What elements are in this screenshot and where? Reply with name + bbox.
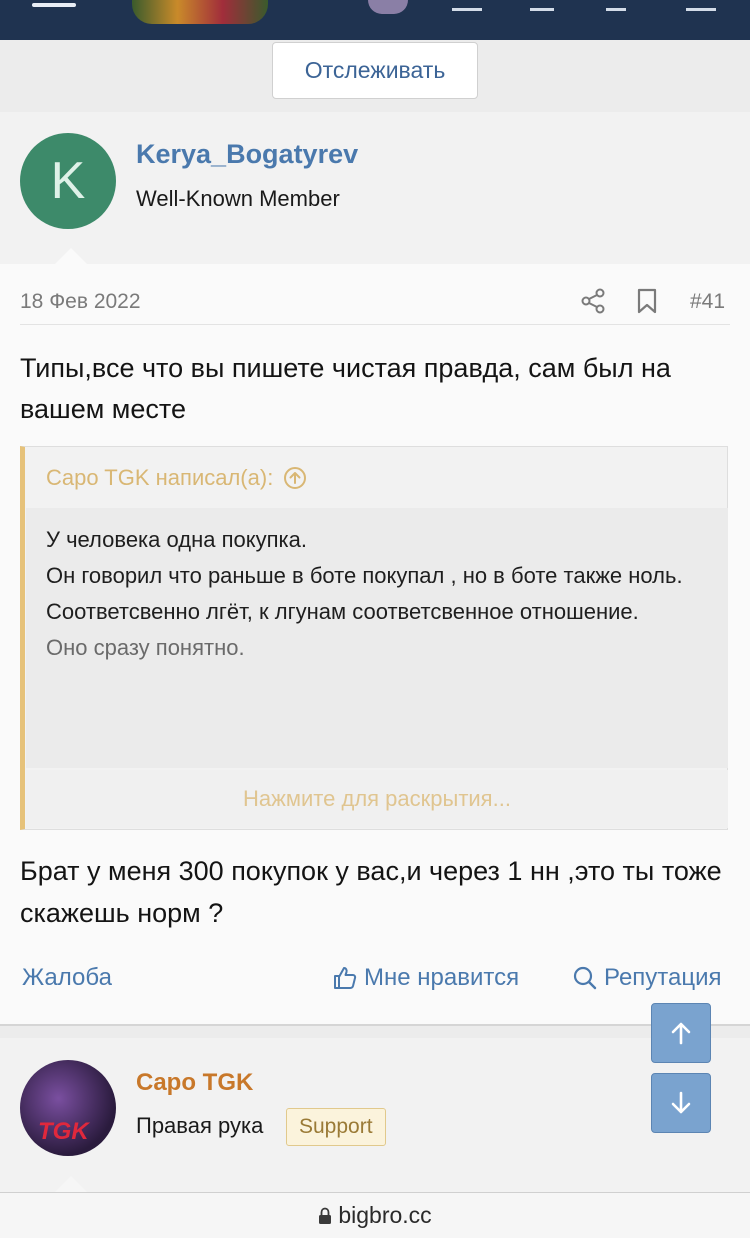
post-separator [0,1026,750,1038]
avatar[interactable]: K [20,133,116,229]
author-pointer [55,248,87,264]
like-label: Мне нравится [364,964,520,991]
user-badge: Support [286,1108,386,1146]
user-avatar[interactable] [368,0,408,14]
site-logo[interactable] [132,0,268,24]
post-author-name[interactable]: Kerya_Bogatyrev [136,139,358,170]
menu-icon[interactable] [32,0,76,10]
scroll-up-button[interactable] [651,1003,711,1063]
post-number[interactable]: #41 [690,290,725,314]
thumbs-up-icon [334,967,357,989]
pen-icon[interactable] [606,0,626,11]
expand-quote-button[interactable]: Нажмите для раскрытия... [26,770,728,828]
quote-header[interactable]: Capo TGK написал(а): [46,465,307,491]
author-pointer [55,1176,87,1192]
reputation-link[interactable]: Репутация [572,964,722,992]
post-author-title: Well-Known Member [136,186,340,211]
scroll-down-button[interactable] [651,1073,711,1133]
quote-line: У человека одна покупка. [46,527,307,552]
quote-line: Оно сразу понятно. [46,635,245,660]
divider [20,324,730,325]
quote-line: Он говорил что раньше в боте покупал , н… [46,563,683,588]
report-label: Жалоба [22,964,112,991]
top-nav-bar [0,0,750,40]
search-icon[interactable] [686,0,716,11]
inbox-icon[interactable] [452,0,482,11]
arrow-down-icon [671,1091,691,1114]
lock-icon [319,1207,332,1224]
bookmark-icon[interactable] [636,288,658,314]
quote-content: У человека одна покупка. Он говорил что … [46,522,706,666]
post-text: Брат у меня 300 покупок у вас,и через 1 … [20,856,722,928]
like-button[interactable]: Мне нравится [332,964,519,992]
follow-button[interactable]: Отслеживать [272,42,478,99]
avatar[interactable]: TGK [20,1060,116,1156]
avatar-label: TGK [38,1118,89,1145]
post-text: Типы,все что вы пишете чистая правда, са… [20,353,671,424]
reputation-label: Репутация [604,964,722,991]
report-link[interactable]: Жалоба [22,964,112,992]
share-icon[interactable] [580,288,606,314]
post-date[interactable]: 18 Фев 2022 [20,290,141,314]
bell-icon[interactable] [530,0,554,11]
arrow-up-icon [671,1022,691,1045]
url-bar[interactable]: bigbro.cc [0,1192,750,1238]
search-icon [573,966,597,990]
next-post-author-name[interactable]: Capo TGK [136,1069,253,1097]
quote-line: Соответсвенно лгёт, к лгунам соответсвен… [46,599,639,624]
arrow-up-circle-icon[interactable] [283,466,307,490]
quote-author[interactable]: Capo TGK написал(а): [46,465,273,491]
url-domain: bigbro.cc [338,1202,432,1228]
next-post-author-title: Правая рука [136,1113,264,1138]
